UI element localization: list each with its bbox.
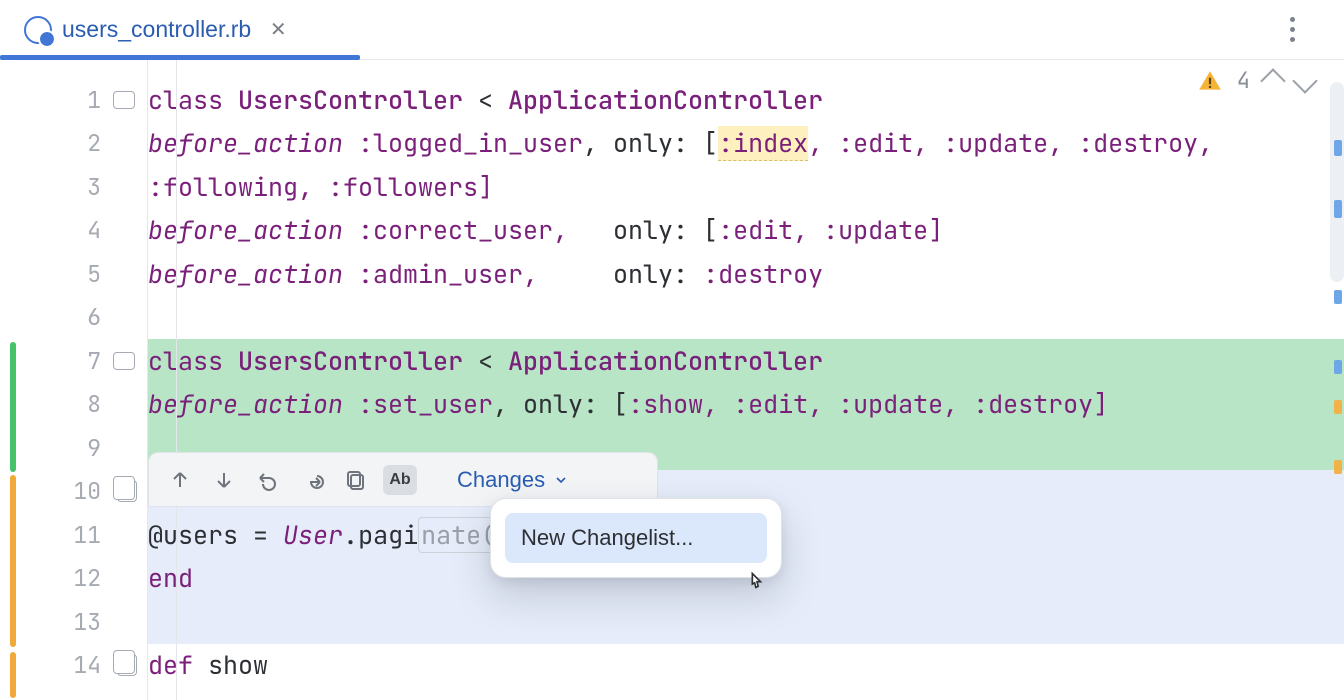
stripe-marker[interactable] [1334, 140, 1342, 156]
gutter-line[interactable]: 12 [0, 557, 147, 601]
gutter-line[interactable]: 8 [0, 383, 147, 427]
code-line[interactable]: before_action :logged_in_user, only: [:i… [148, 122, 1344, 166]
scrollbar-thumb[interactable] [1330, 82, 1344, 282]
gutter-line[interactable]: 5 [0, 252, 147, 296]
editor-tabbar: users_controller.rb ✕ [0, 0, 1344, 60]
new-changelist-item[interactable]: New Changelist... [505, 513, 767, 563]
gutter-line[interactable]: 9 [0, 426, 147, 470]
stripe-marker[interactable] [1334, 460, 1342, 474]
changelist-popup: New Changelist... [490, 498, 782, 578]
file-tab[interactable]: users_controller.rb ✕ [14, 0, 299, 59]
gutter-line[interactable]: 10 [0, 470, 147, 514]
code-line[interactable]: before_action :admin_user, only: :destro… [148, 252, 1344, 296]
stripe-marker[interactable] [1334, 400, 1342, 414]
code-line[interactable] [148, 296, 1344, 340]
rollback-icon[interactable] [251, 463, 285, 497]
code-line-added[interactable]: before_action :set_user, only: [:show, :… [148, 383, 1344, 427]
copy-icon[interactable] [117, 480, 137, 502]
stripe-marker[interactable] [1334, 360, 1342, 374]
vcs-change-marker-added[interactable] [10, 342, 16, 472]
file-tab-label: users_controller.rb [62, 16, 251, 43]
code-line-modified[interactable] [148, 600, 1344, 644]
highlight-words-button[interactable]: Ab [383, 465, 417, 495]
gutter-line[interactable]: 3 [0, 165, 147, 209]
new-changelist-label: New Changelist... [521, 525, 693, 550]
gutter-line[interactable]: 1 [0, 78, 147, 122]
changelist-dropdown[interactable]: Changes [447, 463, 579, 497]
editor-gutter: 1 2 3 4 5 6 7 8 9 10 11 12 13 14 [0, 60, 148, 700]
code-line[interactable]: before_action :correct_user, only: [:edi… [148, 209, 1344, 253]
close-tab-icon[interactable]: ✕ [267, 19, 289, 41]
chevron-down-icon [553, 472, 569, 488]
fold-icon[interactable] [113, 352, 135, 370]
stripe-marker[interactable] [1334, 200, 1342, 218]
ruby-config-icon [24, 16, 52, 44]
vcs-change-marker-modified[interactable] [10, 652, 16, 698]
code-line[interactable]: def show [148, 644, 1344, 688]
code-area[interactable]: 4 class UsersController < ApplicationCon… [148, 60, 1344, 700]
code-line-added[interactable]: class UsersController < ApplicationContr… [148, 339, 1344, 383]
gutter-line[interactable]: 11 [0, 513, 147, 557]
copy-change-icon[interactable] [339, 463, 373, 497]
code-line[interactable]: class UsersController < ApplicationContr… [148, 78, 1344, 122]
prev-change-icon[interactable] [163, 463, 197, 497]
gutter-line[interactable]: 6 [0, 296, 147, 340]
code-line[interactable]: :following, :followers] [148, 165, 1344, 209]
code-editor[interactable]: 1 2 3 4 5 6 7 8 9 10 11 12 13 14 4 clas [0, 60, 1344, 700]
changelist-dropdown-label: Changes [457, 467, 545, 493]
vcs-change-marker-modified[interactable] [10, 475, 16, 647]
copy-icon[interactable] [117, 654, 137, 676]
stripe-marker[interactable] [1334, 290, 1342, 304]
diff-icon[interactable] [295, 463, 329, 497]
error-stripe[interactable] [1326, 60, 1344, 700]
gutter-line[interactable]: 2 [0, 122, 147, 166]
fold-icon[interactable] [113, 91, 135, 109]
pointer-cursor-icon [743, 570, 771, 598]
gutter-line[interactable]: 13 [0, 600, 147, 644]
tab-overflow-menu-icon[interactable] [1280, 12, 1304, 48]
gutter-line[interactable]: 4 [0, 209, 147, 253]
next-change-icon[interactable] [207, 463, 241, 497]
indent-guide [176, 60, 177, 700]
gutter-line[interactable]: 14 [0, 644, 147, 688]
gutter-line[interactable]: 7 [0, 339, 147, 383]
